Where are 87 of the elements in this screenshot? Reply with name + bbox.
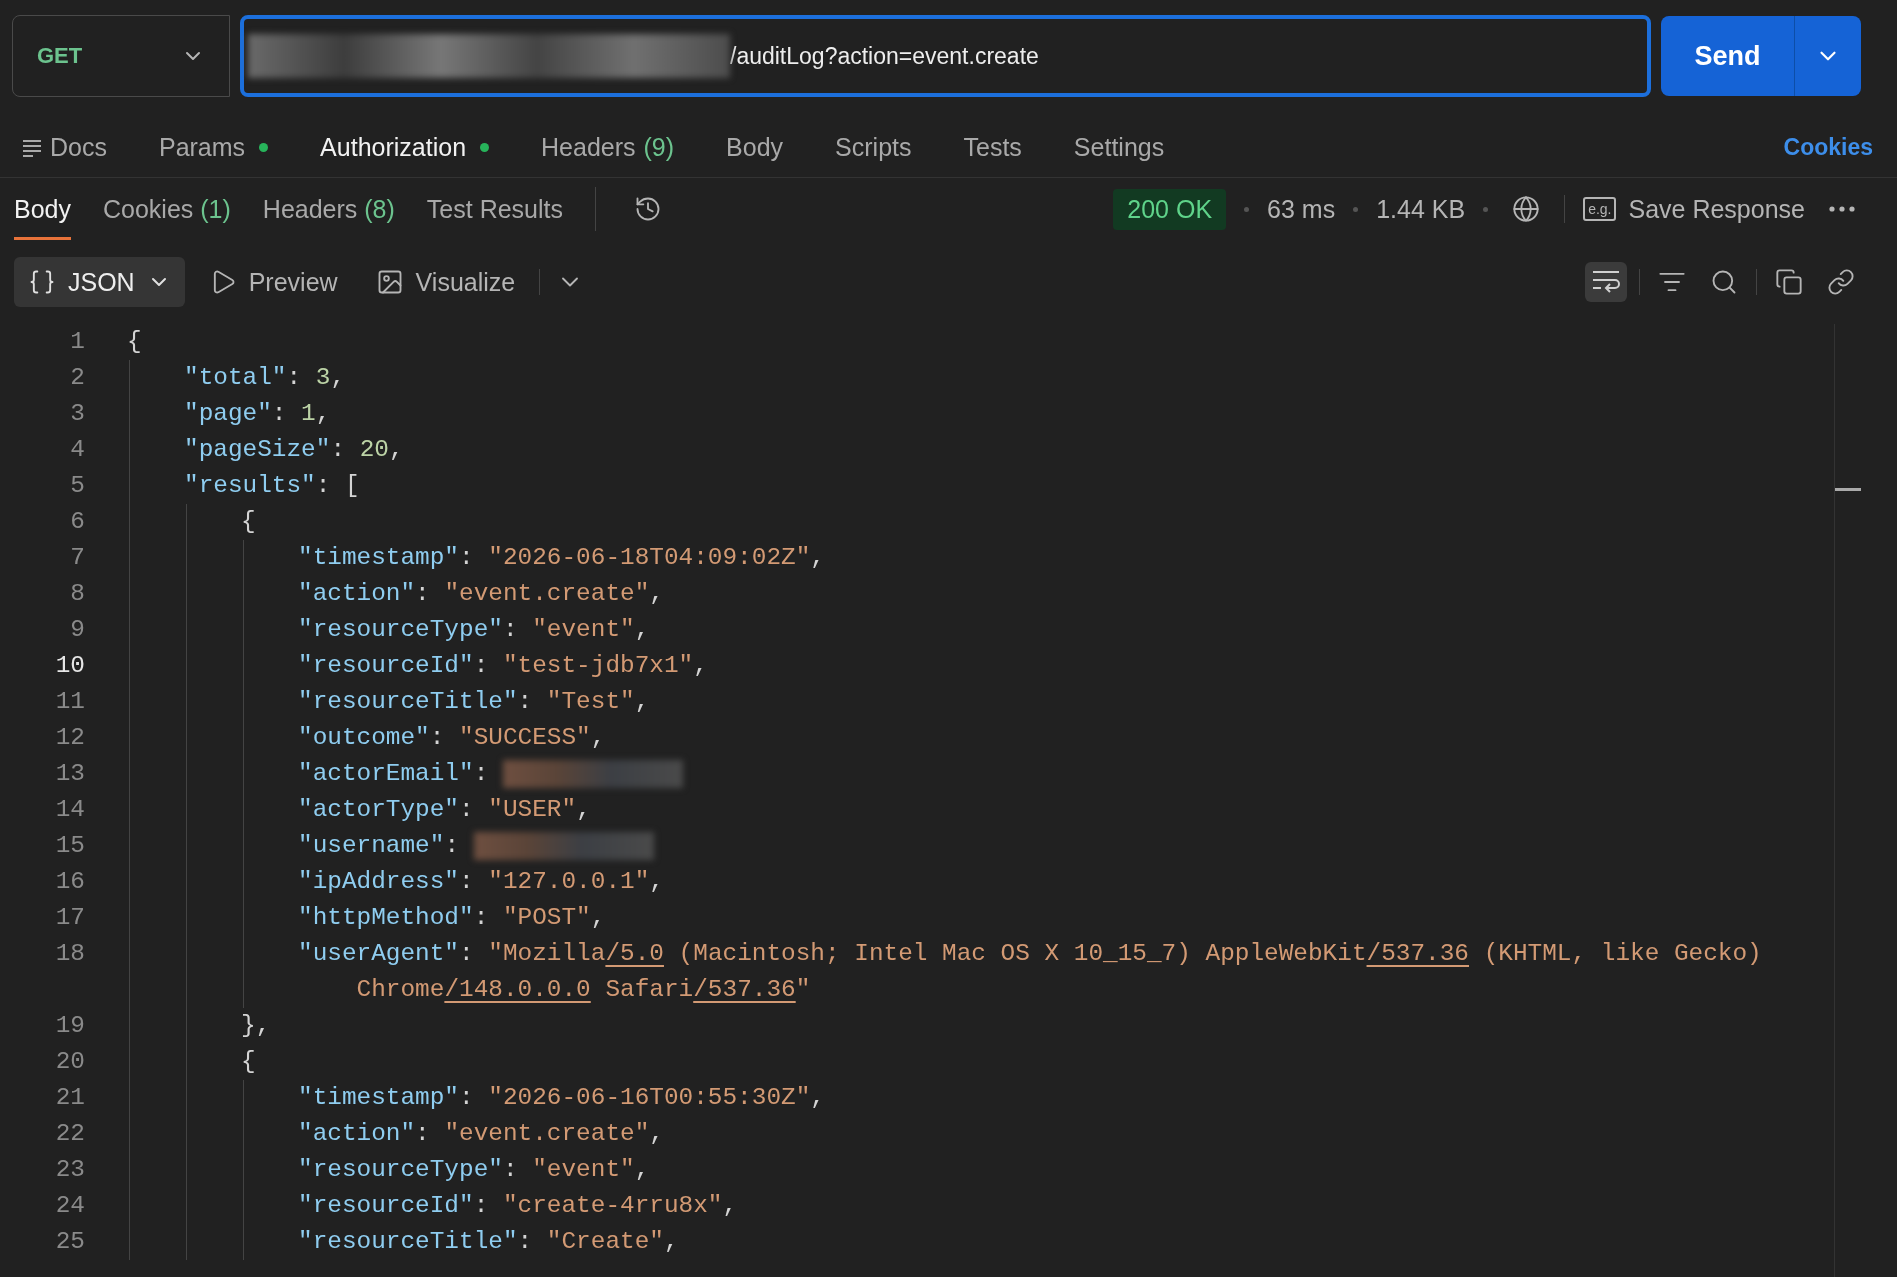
visualize-button[interactable]: Visualize [361,257,530,307]
code-line: "actorType": "USER", [298,795,592,825]
line-number: 19 [54,1011,85,1041]
code-line: "httpMethod": "POST", [298,903,607,933]
line-number: 3 [69,399,85,429]
request-tab[interactable]: Params [158,133,269,162]
search-icon [1710,268,1738,296]
line-number: 1 [69,327,85,357]
line-number: 15 [54,831,85,861]
line-number: 18 [54,939,85,969]
line-number: 4 [69,435,85,465]
code-line: "total": 3, [184,363,347,393]
docs-icon [22,138,42,157]
copy-icon [1775,268,1803,296]
request-tab[interactable]: Authorization [320,133,490,162]
code-line: "username": [298,828,1834,864]
line-number: 8 [69,579,85,609]
url-field[interactable]: /auditLog?action=event.create [240,15,1651,97]
code-line: "page": 1, [184,399,332,429]
code-line: "resourceType": "event", [298,1155,651,1185]
code-line: "resourceId": "create-4rru8x", [298,1191,739,1221]
code-line: { [127,327,143,357]
link-icon [1827,268,1855,296]
line-number: 24 [54,1191,85,1221]
line-number: 14 [54,795,85,825]
request-tab[interactable]: Scripts [835,133,912,162]
request-tab[interactable]: Settings [1073,133,1165,162]
line-number: 25 [54,1227,85,1257]
code-line: "ipAddress": "127.0.0.1", [298,867,665,897]
code-line: "userAgent": "Mozilla/5.0 (Macintosh; Intel Mac OS X 10_15_7) AppleWebKit/537.36 (KHTML, like Gecko) Chrome/148.0.0.0 Safari/537.36" [298,939,1763,1005]
cookies-link[interactable]: Cookies [1783,134,1873,161]
line-number: 5 [69,471,85,501]
response-time: 63 ms [1267,194,1336,224]
code-line: "resourceTitle": "Test", [298,687,651,717]
send-button[interactable]: Send [1661,16,1795,96]
response-tab[interactable]: Cookies (1) [103,178,231,240]
code-line: "resourceTitle": "Create", [298,1227,680,1257]
line-number: 6 [69,507,85,537]
response-size: 1.44 KB [1376,194,1466,224]
ruler-mark [1835,488,1861,491]
line-number: 7 [69,543,85,573]
method-select[interactable]: GET [12,15,230,97]
line-number: 21 [54,1083,85,1113]
tab-count: (1) [200,194,231,224]
response-tab[interactable]: Body [14,178,71,240]
response-tab[interactable]: Headers (8) [262,178,395,240]
status-badge: 200 OK [1113,188,1227,230]
request-tab[interactable]: Headers (9) [541,133,675,162]
code-line: "pageSize": 20, [184,435,405,465]
line-number: 10 [54,651,85,681]
code-line: { [241,1047,257,1077]
example-badge: e.g. [1583,197,1617,221]
save-response-button[interactable]: e.g. Save Response [1583,194,1805,224]
code-line: "action": "event.create", [298,1119,665,1149]
code-line: "actorEmail": [298,756,1834,792]
request-tab[interactable]: Tests [963,133,1022,162]
braces-icon [28,268,56,296]
code-line: "timestamp": "2026-06-16T00:55:30Z", [298,1083,826,1113]
code-line: "timestamp": "2026-06-18T04:09:02Z", [298,543,826,573]
request-tab[interactable]: Docs [22,133,107,162]
line-number: 9 [69,615,85,645]
code-line: "outcome": "SUCCESS", [298,723,607,753]
line-number: 17 [54,903,85,933]
code-line: "results": [ [184,471,361,501]
globe-icon [1512,195,1541,223]
line-number: 11 [54,687,85,717]
format-select[interactable]: JSON [14,257,185,307]
history-icon [634,195,662,223]
code-line: { [241,507,257,537]
tab-count: (8) [364,194,395,224]
code-line: "action": "event.create", [298,579,665,609]
line-number: 23 [54,1155,85,1185]
line-number: 20 [54,1047,85,1077]
line-number: 13 [54,759,85,789]
code-line: "resourceType": "event", [298,615,651,645]
response-tab[interactable]: Test Results [426,178,563,240]
wrap-lines-button[interactable] [1585,262,1627,302]
request-tab[interactable]: Body [726,133,784,162]
line-number: 22 [54,1119,85,1149]
code-line: }, [241,1011,272,1041]
line-number: 16 [54,867,85,897]
tab-count: (9) [643,133,675,162]
code-line: "resourceId": "test-jdb7x1", [298,651,709,681]
line-number: 12 [54,723,85,753]
more-icon [1829,206,1855,212]
line-number: 2 [69,363,85,393]
preview-button[interactable]: Preview [194,257,352,307]
